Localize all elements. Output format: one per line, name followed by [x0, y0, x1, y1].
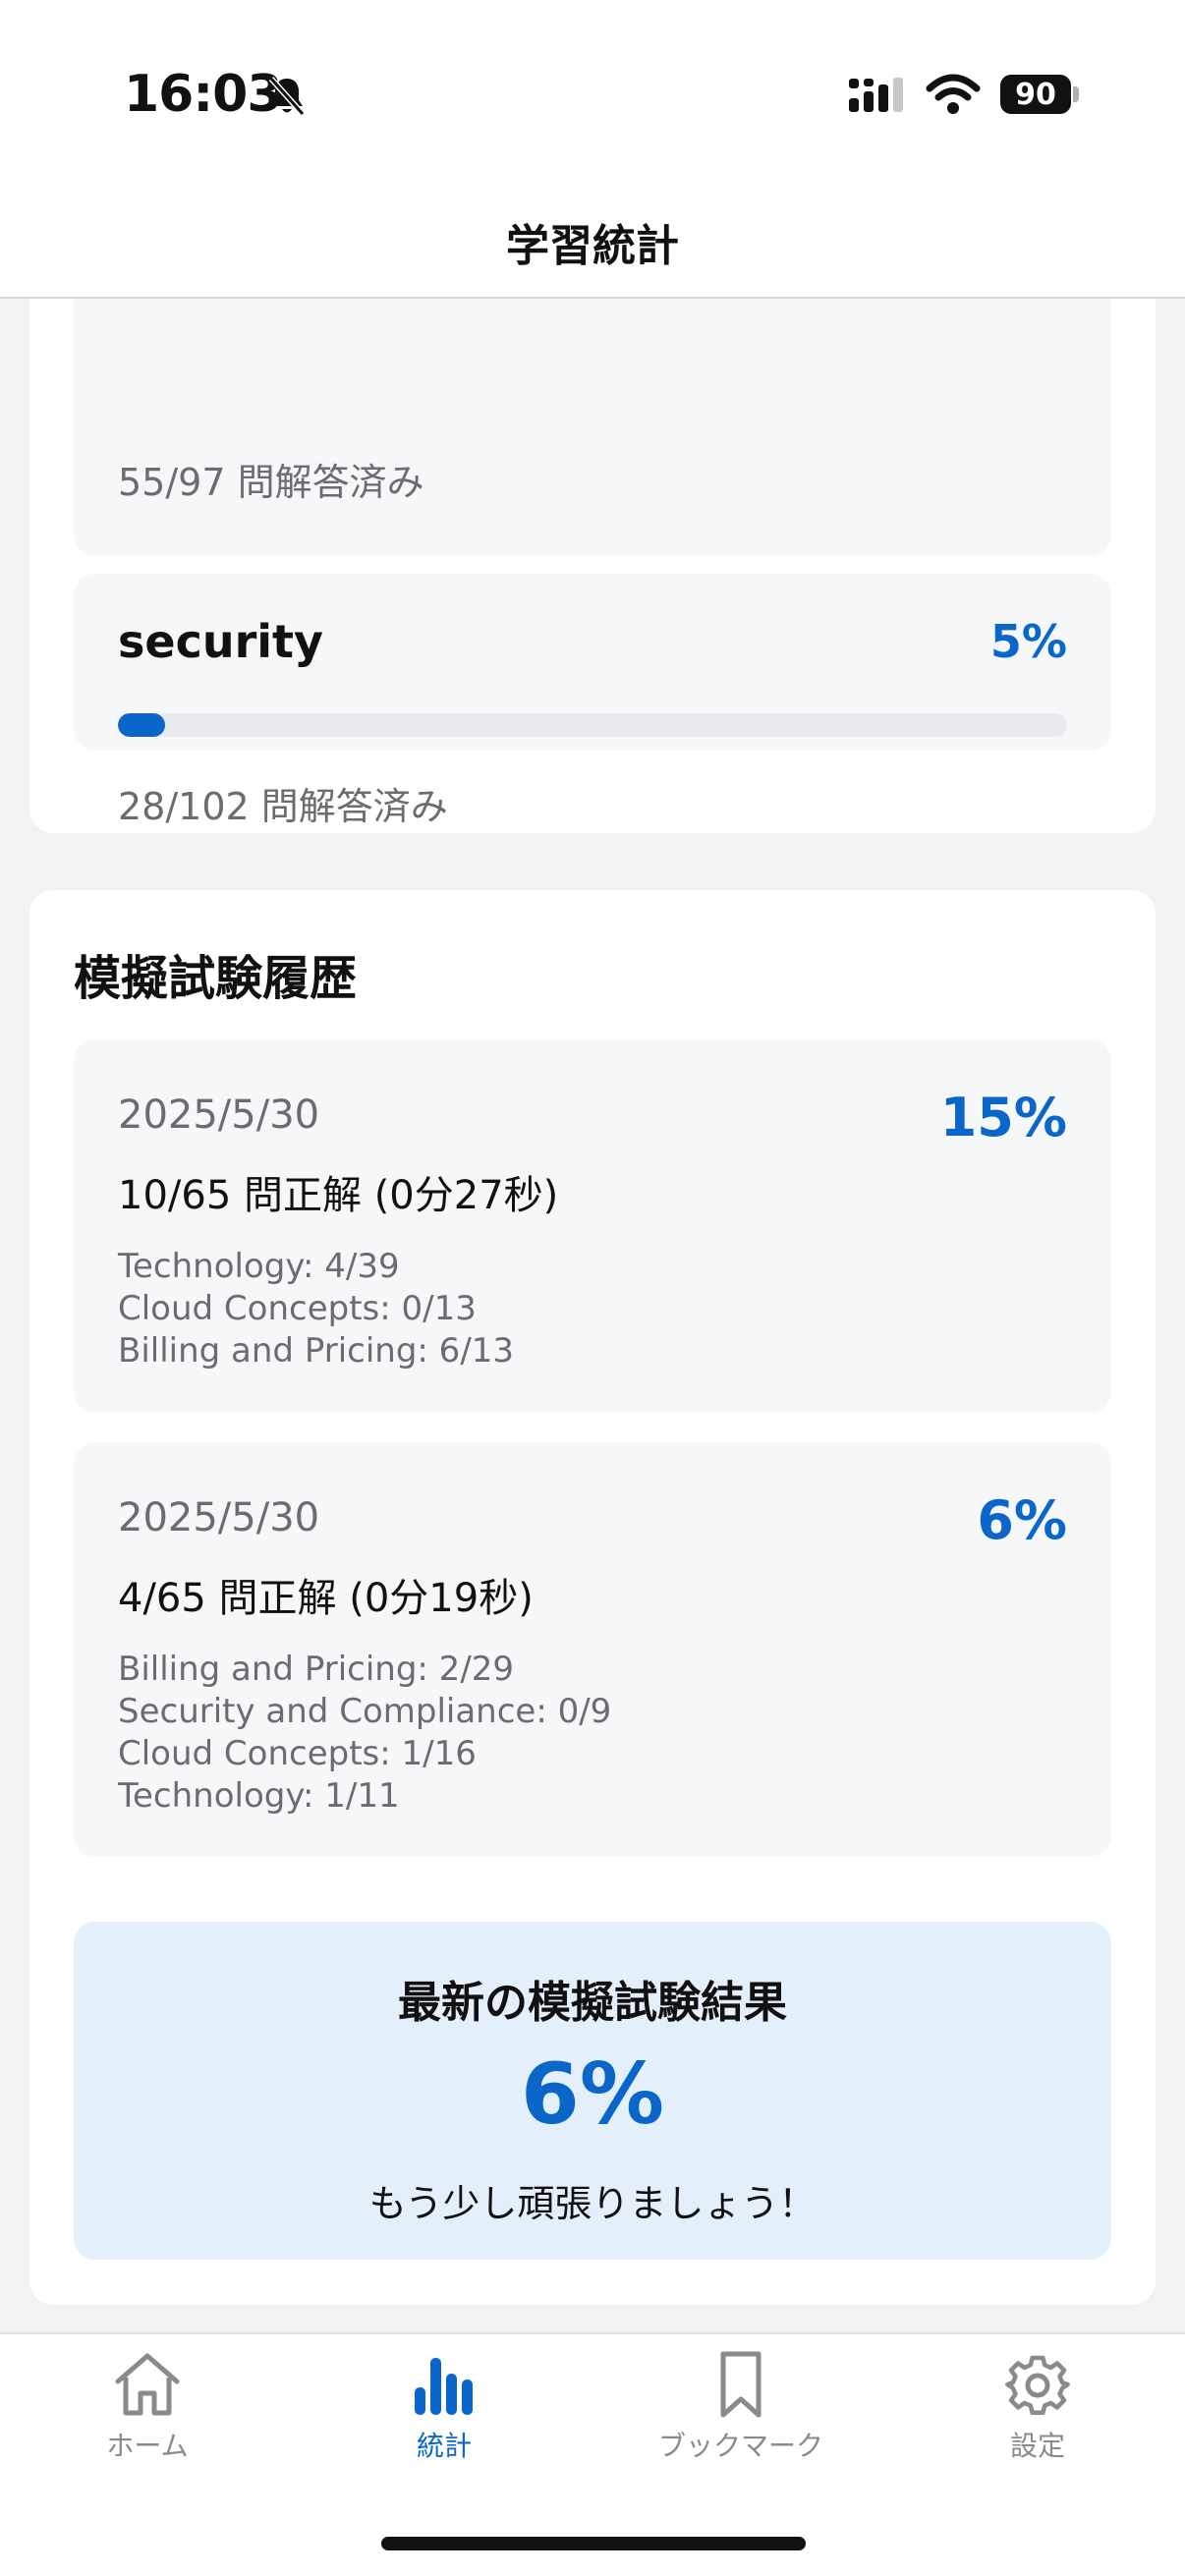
page-title: 学習統計	[506, 221, 679, 271]
category-progress-card: 55/97 問解答済み security 5% 28/102 問解答済み	[29, 299, 1156, 833]
exam-percent: 6%	[977, 1489, 1067, 1551]
navigation-header: 学習統計	[0, 187, 1185, 299]
category-progress-fill	[118, 713, 166, 737]
exam-summary: 10/65 問正解 (0分27秒)	[118, 1173, 559, 1218]
exam-history-item[interactable]: 2025/5/30 15% 10/65 問正解 (0分27秒) Technolo…	[74, 1039, 1111, 1413]
home-icon	[115, 2353, 180, 2416]
latest-result-message: もう少し頑張りましょう！	[368, 2182, 817, 2225]
tab-label: ブックマーク	[657, 2430, 823, 2462]
category-progress-track	[118, 713, 1067, 737]
category-percent: 5%	[989, 615, 1067, 668]
exam-summary: 4/65 問正解 (0分19秒)	[118, 1576, 534, 1621]
category-name: security	[118, 615, 324, 668]
category-answered-count: 55/97 問解答済み	[118, 461, 424, 504]
exam-history-card: 模擬試験履歴 2025/5/30 15% 10/65 問正解 (0分27秒) T…	[29, 890, 1156, 2305]
breakdown-line: Cloud Concepts: 1/16	[118, 1734, 477, 1773]
tab-bookmark[interactable]: ブックマーク	[623, 2348, 859, 2486]
latest-result-title: 最新の模擬試験結果	[398, 1978, 787, 2028]
battery-indicator: 90	[1000, 75, 1071, 114]
exam-date: 2025/5/30	[118, 1495, 320, 1540]
exam-breakdown: Technology: 4/39 Cloud Concepts: 0/13 Bi…	[118, 1246, 514, 1372]
breakdown-line: Security and Compliance: 0/9	[118, 1692, 612, 1731]
home-indicator[interactable]	[381, 2537, 806, 2550]
tab-label: 統計	[416, 2430, 472, 2462]
exam-breakdown: Billing and Pricing: 2/29 Security and C…	[118, 1649, 611, 1818]
breakdown-line: Billing and Pricing: 2/29	[118, 1650, 515, 1689]
scroll-content[interactable]: 55/97 問解答済み security 5% 28/102 問解答済み 模擬試…	[0, 299, 1185, 2332]
battery-cap	[1073, 86, 1079, 102]
breakdown-line: Cloud Concepts: 0/13	[118, 1289, 477, 1328]
latest-exam-result: 最新の模擬試験結果 6% もう少し頑張りましょう！	[74, 1922, 1111, 2260]
latest-result-percent: 6%	[520, 2045, 664, 2144]
tab-label: 設定	[1009, 2430, 1065, 2462]
tab-home[interactable]: ホーム	[29, 2348, 265, 2486]
breakdown-line: Technology: 4/39	[118, 1247, 400, 1286]
exam-history-item[interactable]: 2025/5/30 6% 4/65 問正解 (0分19秒) Billing an…	[74, 1442, 1111, 1857]
exam-percent: 15%	[939, 1087, 1067, 1148]
cellular-signal-icon	[847, 77, 908, 120]
tab-label: ホーム	[106, 2430, 189, 2462]
section-title: 模擬試験履歴	[74, 951, 358, 1006]
bookmark-icon	[720, 2351, 762, 2418]
exam-date: 2025/5/30	[118, 1092, 320, 1138]
status-bar: 16:03 90	[0, 0, 1185, 187]
wifi-icon	[926, 73, 981, 120]
tab-stats[interactable]: 統計	[326, 2348, 562, 2486]
category-item-security: security 5% 28/102 問解答済み	[74, 574, 1111, 828]
category-answered-count: 28/102 問解答済み	[118, 785, 448, 828]
stats-icon	[415, 2358, 473, 2415]
breakdown-line: Technology: 1/11	[118, 1776, 400, 1816]
tab-settings[interactable]: 設定	[920, 2348, 1156, 2486]
gear-icon	[1005, 2355, 1070, 2416]
silent-bell-icon	[267, 75, 307, 122]
breakdown-line: Billing and Pricing: 6/13	[118, 1331, 515, 1371]
category-item: 55/97 問解答済み	[74, 299, 1111, 556]
status-time: 16:03	[124, 65, 283, 124]
